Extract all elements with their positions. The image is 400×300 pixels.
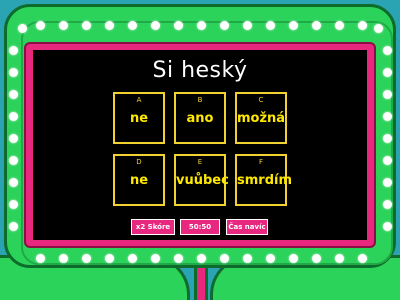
light-bulb xyxy=(383,68,392,77)
light-bulb xyxy=(105,254,114,263)
light-bulb xyxy=(197,21,206,30)
light-bulb xyxy=(243,254,252,263)
board-leg-gap xyxy=(194,268,208,300)
extra-time-button[interactable]: Čas navíc xyxy=(226,219,268,235)
light-bulb xyxy=(383,178,392,187)
light-bulb xyxy=(335,21,344,30)
light-bulb xyxy=(383,90,392,99)
answer-e-text: vuůbec xyxy=(176,173,229,188)
light-bulb xyxy=(9,68,18,77)
light-bulb xyxy=(9,90,18,99)
light-bulb xyxy=(151,254,160,263)
light-bulb xyxy=(9,46,18,55)
light-bulb xyxy=(243,21,252,30)
light-bulb xyxy=(82,254,91,263)
light-bulb xyxy=(383,156,392,165)
light-bulb xyxy=(220,21,229,30)
answer-f-letter: F xyxy=(258,158,264,166)
answer-c-letter: C xyxy=(258,96,264,104)
light-bulb xyxy=(9,156,18,165)
light-bulb xyxy=(312,21,321,30)
fifty-fifty-button[interactable]: 50:50 xyxy=(180,219,220,235)
light-bulb xyxy=(128,254,137,263)
light-bulb xyxy=(59,21,68,30)
answer-d-text: ne xyxy=(129,173,149,188)
light-bulb xyxy=(374,24,383,33)
light-bulb xyxy=(36,254,45,263)
light-bulb xyxy=(312,254,321,263)
answer-f-text: smrdím xyxy=(237,173,293,188)
double-score-button[interactable]: x2 Skóre xyxy=(131,219,175,235)
light-bulb xyxy=(197,254,206,263)
light-bulb xyxy=(9,222,18,231)
light-bulb xyxy=(151,21,160,30)
question-title: Si heský xyxy=(152,58,248,83)
light-bulb xyxy=(289,21,298,30)
light-bulb xyxy=(9,178,18,187)
light-bulb xyxy=(9,112,18,121)
light-bulb xyxy=(383,134,392,143)
light-bulb xyxy=(9,200,18,209)
light-bulb xyxy=(128,21,137,30)
light-bulb xyxy=(174,21,183,30)
answer-e-letter: E xyxy=(197,158,203,166)
answer-b-button[interactable]: B ano xyxy=(174,92,226,144)
answer-a-button[interactable]: A ne xyxy=(113,92,165,144)
light-bulb xyxy=(174,254,183,263)
light-bulb xyxy=(266,254,275,263)
answer-f-button[interactable]: F smrdím xyxy=(235,154,293,206)
answer-c-button[interactable]: C možná xyxy=(235,92,287,144)
answer-a-letter: A xyxy=(136,96,142,104)
light-bulb xyxy=(358,21,367,30)
answer-b-letter: B xyxy=(197,96,203,104)
light-bulb xyxy=(9,134,18,143)
light-bulb xyxy=(266,21,275,30)
light-bulb xyxy=(18,24,27,33)
light-bulb xyxy=(358,254,367,263)
light-bulb xyxy=(383,112,392,121)
light-bulb xyxy=(220,254,229,263)
light-bulb xyxy=(383,46,392,55)
light-bulb xyxy=(383,200,392,209)
light-bulb xyxy=(289,254,298,263)
answer-b-text: ano xyxy=(186,111,214,126)
light-bulb xyxy=(383,222,392,231)
game-board: Si heský A ne B ano C možná D ne E vuůbe… xyxy=(0,0,400,300)
light-bulb xyxy=(82,21,91,30)
light-bulb xyxy=(59,254,68,263)
answer-d-button[interactable]: D ne xyxy=(113,154,165,206)
light-bulb xyxy=(36,21,45,30)
light-bulb xyxy=(105,21,114,30)
light-bulb xyxy=(335,254,344,263)
answer-e-button[interactable]: E vuůbec xyxy=(174,154,229,206)
answer-a-text: ne xyxy=(129,111,149,126)
answer-c-text: možná xyxy=(237,111,286,126)
answer-d-letter: D xyxy=(136,158,142,166)
